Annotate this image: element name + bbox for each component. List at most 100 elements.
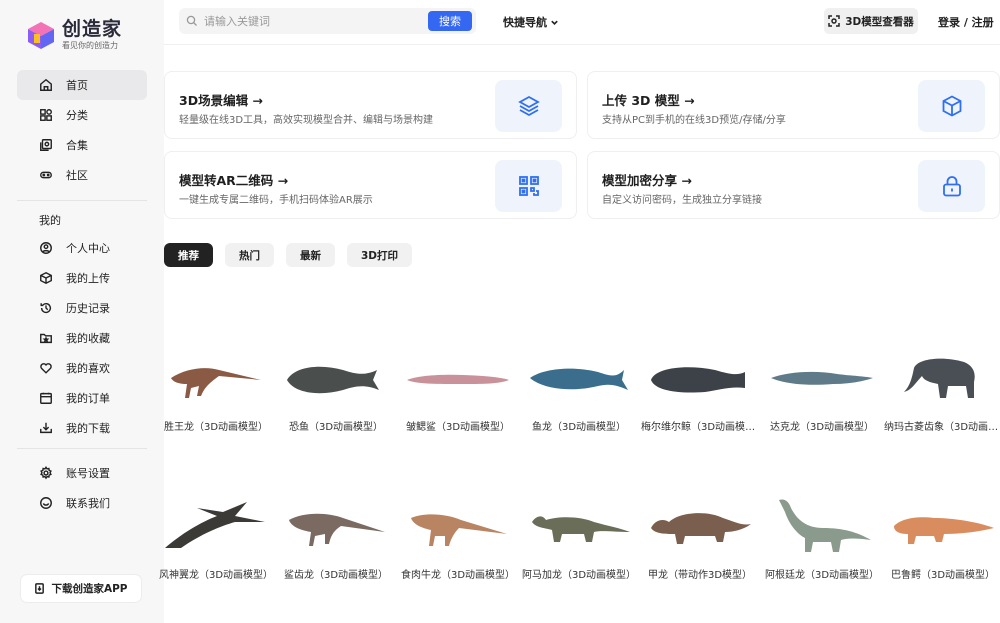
model-thumbnail[interactable] (884, 342, 1000, 412)
search-icon (186, 15, 197, 26)
logo[interactable]: 创造家 看见你的创造力 (26, 18, 122, 51)
tab-latest[interactable]: 最新 (286, 243, 335, 267)
sidebar-item-uploads[interactable]: 我的上传 (17, 263, 147, 293)
sidebar-item-profile[interactable]: 个人中心 (17, 233, 147, 263)
model-name[interactable]: 梅尔维尔鲸（3D动画模型） (641, 418, 759, 433)
sidebar-item-label: 我的收藏 (66, 332, 110, 345)
model-card[interactable]: 纳玛古菱齿象（3D动画模型） (884, 342, 1000, 433)
tab-3d-print[interactable]: 3D打印 (347, 243, 413, 267)
history-icon (39, 301, 53, 315)
sidebar-item-favorites[interactable]: 我的收藏 (17, 323, 147, 353)
model-name[interactable]: 恐鱼（3D动画模型） (277, 418, 395, 433)
feature-title: 模型转AR二维码 → (179, 173, 289, 188)
model-name[interactable]: 食肉牛龙（3D动画模型） (399, 566, 517, 581)
feature-title: 上传 3D 模型 → (602, 93, 695, 108)
sidebar-item-settings[interactable]: 账号设置 (17, 458, 147, 488)
main-nav: 首页 分类 合集 社区 (17, 70, 147, 190)
feature-card-encrypted-share[interactable]: 模型加密分享 → 自定义访问密码，生成独立分享链接 (587, 151, 1000, 219)
model-thumbnail[interactable] (884, 490, 1000, 560)
model-thumbnail[interactable] (520, 490, 638, 560)
model-thumbnail[interactable] (157, 490, 275, 560)
model-thumbnail[interactable] (399, 490, 517, 560)
sidebar-item-orders[interactable]: 我的订单 (17, 383, 147, 413)
model-name[interactable]: 胜王龙（3D动画模型） (157, 418, 275, 433)
model-name[interactable]: 皱鳃鲨（3D动画模型） (399, 418, 517, 433)
model-thumbnail[interactable] (763, 342, 881, 412)
model-name[interactable]: 风神翼龙（3D动画模型） (157, 566, 275, 581)
sidebar-item-downloads[interactable]: 我的下载 (17, 413, 147, 443)
box-icon (39, 271, 53, 285)
model-card[interactable]: 达克龙（3D动画模型） (763, 342, 881, 433)
search-button[interactable]: 搜索 (428, 11, 472, 31)
login-register-link[interactable]: 登录 / 注册 (938, 14, 994, 30)
model-card[interactable]: 皱鳃鲨（3D动画模型） (399, 342, 517, 433)
phone-download-icon (35, 583, 45, 594)
brand-title: 创造家 (62, 18, 123, 40)
model-tabs: 推荐 热门 最新 3D打印 (164, 243, 424, 267)
layers-icon (495, 80, 562, 132)
model-thumbnail[interactable] (763, 490, 881, 560)
model-card[interactable]: 阿根廷龙（3D动画模型） (763, 490, 881, 581)
model-thumbnail[interactable] (157, 342, 275, 412)
sidebar-item-label: 联系我们 (66, 497, 110, 510)
sidebar-item-category[interactable]: 分类 (17, 100, 147, 130)
model-name[interactable]: 鱼龙（3D动画模型） (520, 418, 638, 433)
model-card[interactable]: 鲨齿龙（3D动画模型） (277, 490, 395, 581)
order-icon (39, 391, 53, 405)
model-card[interactable]: 巴鲁鳄（3D动画模型） (884, 490, 1000, 581)
model-thumbnail[interactable] (641, 490, 759, 560)
home-icon (39, 78, 53, 92)
model-card[interactable]: 恐鱼（3D动画模型） (277, 342, 395, 433)
category-icon (39, 108, 53, 122)
sidebar-item-contact[interactable]: 联系我们 (17, 488, 147, 518)
model-name[interactable]: 鲨齿龙（3D动画模型） (277, 566, 395, 581)
feature-card-upload-model[interactable]: 上传 3D 模型 → 支持从PC到手机的在线3D预览/存储/分享 (587, 71, 1000, 139)
feature-card-ar-qrcode[interactable]: 模型转AR二维码 → 一键生成专属二维码，手机扫码体验AR展示 (164, 151, 577, 219)
brand-subtitle: 看见你的创造力 (62, 41, 118, 50)
sidebar-item-community[interactable]: 社区 (17, 160, 147, 190)
sidebar-item-history[interactable]: 历史记录 (17, 293, 147, 323)
3d-viewer-button[interactable]: 3D模型查看器 (824, 8, 918, 34)
model-name[interactable]: 达克龙（3D动画模型） (763, 418, 881, 433)
bottom-nav: 账号设置 联系我们 (17, 458, 147, 518)
sidebar-item-label: 合集 (66, 139, 88, 152)
sidebar-item-label: 我的订单 (66, 392, 110, 405)
header-divider (164, 44, 1000, 45)
model-name[interactable]: 巴鲁鳄（3D动画模型） (884, 566, 1000, 581)
model-card[interactable]: 鱼龙（3D动画模型） (520, 342, 638, 433)
feature-desc: 一键生成专属二维码，手机扫码体验AR展示 (179, 195, 373, 206)
feature-card-scene-editor[interactable]: 3D场景编辑 → 轻量级在线3D工具，高效实现模型合并、编辑与场景构建 (164, 71, 577, 139)
sidebar-item-collection[interactable]: 合集 (17, 130, 147, 160)
sidebar-item-label: 我的上传 (66, 272, 110, 285)
tab-recommended[interactable]: 推荐 (164, 243, 213, 267)
sidebar-divider (17, 200, 147, 201)
model-name[interactable]: 阿根廷龙（3D动画模型） (763, 566, 881, 581)
sidebar-item-label: 个人中心 (66, 242, 110, 255)
lock-icon (918, 160, 985, 212)
user-icon (39, 241, 53, 255)
model-thumbnail[interactable] (520, 342, 638, 412)
model-thumbnail[interactable] (399, 342, 517, 412)
search-bar: 搜索 (179, 8, 476, 34)
model-name[interactable]: 甲龙（带动作3D模型） (641, 566, 759, 581)
model-name[interactable]: 阿马加龙（3D动画模型） (520, 566, 638, 581)
quick-nav-dropdown[interactable]: 快捷导航 (503, 14, 559, 30)
model-name[interactable]: 纳玛古菱齿象（3D动画模型） (884, 418, 1000, 433)
model-card[interactable]: 阿马加龙（3D动画模型） (520, 490, 638, 581)
search-input[interactable] (204, 14, 424, 28)
scan-icon (828, 15, 840, 27)
tab-popular[interactable]: 热门 (225, 243, 274, 267)
model-card[interactable]: 胜王龙（3D动画模型） (157, 342, 275, 433)
model-card[interactable]: 食肉牛龙（3D动画模型） (399, 490, 517, 581)
sidebar-item-label: 我的喜欢 (66, 362, 110, 375)
model-card[interactable]: 甲龙（带动作3D模型） (641, 490, 759, 581)
model-thumbnail[interactable] (277, 342, 395, 412)
model-card[interactable]: 风神翼龙（3D动画模型） (157, 490, 275, 581)
sidebar-item-likes[interactable]: 我的喜欢 (17, 353, 147, 383)
contact-icon (39, 496, 53, 510)
download-app-button[interactable]: 下载创造家APP (21, 575, 141, 602)
model-card[interactable]: 梅尔维尔鲸（3D动画模型） (641, 342, 759, 433)
model-thumbnail[interactable] (277, 490, 395, 560)
sidebar-item-home[interactable]: 首页 (17, 70, 147, 100)
model-thumbnail[interactable] (641, 342, 759, 412)
